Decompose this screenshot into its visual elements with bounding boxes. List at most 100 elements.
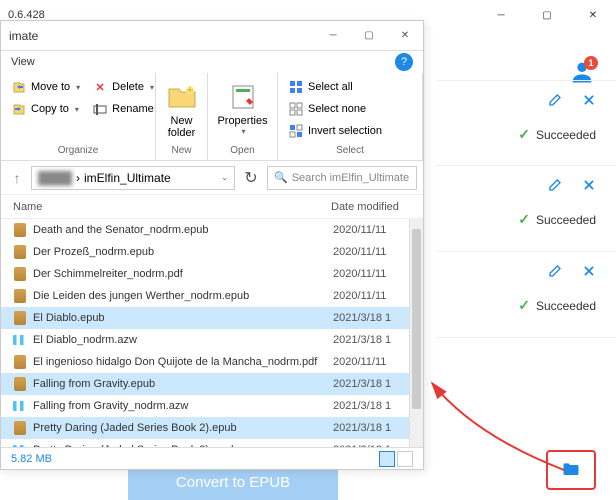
epub-icon [13,289,27,303]
file-row[interactable]: El ingenioso hidalgo Don Quijote de la M… [1,351,423,373]
output-folder-button[interactable] [546,450,596,490]
file-row[interactable]: Die Leiden des jungen Werther_nodrm.epub… [1,285,423,307]
address-bar: ↑ ████ › imElfin_Ultimate ⌄ ↻ 🔍 Search i… [1,161,423,195]
minimize-button[interactable]: ─ [478,0,524,30]
file-date: 2021/3/18 1 [333,312,411,324]
status-bar: 5.82 MB [1,447,423,469]
check-icon: ✓ [518,297,530,314]
nav-up-icon[interactable]: ↑ [7,168,27,188]
file-explorer-window: imate ─ ▢ ✕ View ? Move to▾ Copy to▾ ✕De… [0,20,424,470]
pdf-icon [13,267,27,281]
file-name: Falling from Gravity_nodrm.azw [33,400,327,412]
status-text: Succeeded [536,128,596,142]
file-date: 2020/11/11 [333,268,411,280]
scrollbar-thumb[interactable] [412,229,421,409]
file-name: Der Schimmelreiter_nodrm.pdf [33,268,327,280]
explorer-title: imate [1,29,38,43]
status-row: ✓Succeeded [436,80,616,166]
remove-icon[interactable] [582,93,596,114]
move-to-button[interactable]: Move to▾ [7,77,84,97]
breadcrumb-blurred: ████ [38,171,72,185]
file-name: Pretty Daring (Jaded Series Book 2)_nodr… [33,444,327,447]
column-date[interactable]: Date modified [331,201,411,213]
file-row[interactable]: Death and the Senator_nodrm.epub2020/11/… [1,219,423,241]
file-row[interactable]: Der Schimmelreiter_nodrm.pdf 2020/11/11 [1,263,423,285]
chevron-down-icon[interactable]: ⌄ [221,173,228,182]
ribbon-group-organize: Move to▾ Copy to▾ ✕Delete▾ Rename Organi… [1,73,156,160]
status-row: ✓Succeeded [436,252,616,338]
explorer-minimize-button[interactable]: ─ [315,21,351,51]
file-row[interactable]: Pretty Daring (Jaded Series Book 2)_nodr… [1,439,423,447]
file-date: 2021/3/18 1 [333,378,411,390]
file-date: 2021/3/18 1 [333,400,411,412]
ribbon-group-label: Organize [7,143,149,156]
file-date: 2021/3/18 1 [333,334,411,346]
refresh-icon[interactable]: ↻ [239,166,263,190]
file-date: 2020/11/11 [333,246,411,258]
explorer-menubar: View ? [1,51,423,73]
invert-selection-button[interactable]: Invert selection [284,121,416,141]
remove-icon[interactable] [582,264,596,285]
epub-icon [13,311,27,325]
epub-icon [13,421,27,435]
file-name: Death and the Senator_nodrm.epub [33,224,327,236]
file-name: Pretty Daring (Jaded Series Book 2).epub [33,422,327,434]
select-all-button[interactable]: Select all [284,77,416,97]
azw-icon [13,443,27,447]
breadcrumb[interactable]: ████ › imElfin_Ultimate ⌄ [31,166,235,190]
search-input[interactable]: 🔍 Search imElfin_Ultimate [267,166,417,190]
notification-badge: 1 [584,56,598,70]
help-icon[interactable]: ? [395,53,413,71]
status-text: Succeeded [536,213,596,227]
explorer-maximize-button[interactable]: ▢ [351,21,387,51]
epub-icon [13,245,27,259]
select-none-button[interactable]: Select none [284,99,416,119]
rename-button[interactable]: Rename [88,99,158,119]
scrollbar[interactable] [409,219,423,447]
list-header: Name Date modified [1,195,423,219]
file-name: Die Leiden des jungen Werther_nodrm.epub [33,290,327,302]
remove-icon[interactable] [582,178,596,199]
ribbon-group-select: Select all Select none Invert selection … [278,73,423,160]
ribbon-group-label: Open [214,143,271,156]
file-name: Falling from Gravity.epub [33,378,327,390]
new-folder-button[interactable]: New folder [162,77,201,143]
edit-icon[interactable] [546,93,562,114]
edit-icon[interactable] [546,178,562,199]
azw-icon [13,399,27,413]
selection-size: 5.82 MB [11,453,52,465]
delete-button[interactable]: ✕Delete▾ [88,77,158,97]
view-menu[interactable]: View [11,56,35,68]
file-row[interactable]: Der Prozeß_nodrm.epub2020/11/11 [1,241,423,263]
ribbon: Move to▾ Copy to▾ ✕Delete▾ Rename Organi… [1,73,423,161]
file-row[interactable]: Pretty Daring (Jaded Series Book 2).epub… [1,417,423,439]
search-placeholder: Search imElfin_Ultimate [292,172,409,184]
file-list: Death and the Senator_nodrm.epub 2020/11/… [1,219,423,447]
explorer-close-button[interactable]: ✕ [387,21,423,51]
azw-icon [13,333,27,347]
details-view-button[interactable] [379,451,395,467]
epub-icon [13,223,27,237]
file-row[interactable]: El Diablo_nodrm.azw 2021/3/18 1 [1,329,423,351]
file-date: 2020/11/11 [333,356,411,368]
ribbon-group-label: New [162,143,201,156]
ribbon-group-open: Properties▾ Open [208,73,278,160]
icons-view-button[interactable] [397,451,413,467]
copy-to-button[interactable]: Copy to▾ [7,99,84,119]
file-row[interactable]: Falling from Gravity_nodrm.azw 2021/3/18 … [1,395,423,417]
check-icon: ✓ [518,211,530,228]
breadcrumb-segment[interactable]: imElfin_Ultimate [84,171,171,185]
file-date: 2021/3/18 1 [333,444,411,447]
file-row[interactable]: El Diablo.epub2021/3/18 1 [1,307,423,329]
close-button[interactable]: ✕ [570,0,616,30]
file-name: El Diablo_nodrm.azw [33,334,327,346]
status-row: ✓ Succeeded [436,166,616,252]
edit-icon[interactable] [546,264,562,285]
maximize-button[interactable]: ▢ [524,0,570,30]
column-name[interactable]: Name [13,201,331,213]
file-row[interactable]: Falling from Gravity.epub 2021/3/18 1 [1,373,423,395]
explorer-titlebar: imate ─ ▢ ✕ [1,21,423,51]
file-date: 2020/11/11 [333,290,411,302]
epub-icon [13,377,27,391]
properties-button[interactable]: Properties▾ [214,77,271,140]
